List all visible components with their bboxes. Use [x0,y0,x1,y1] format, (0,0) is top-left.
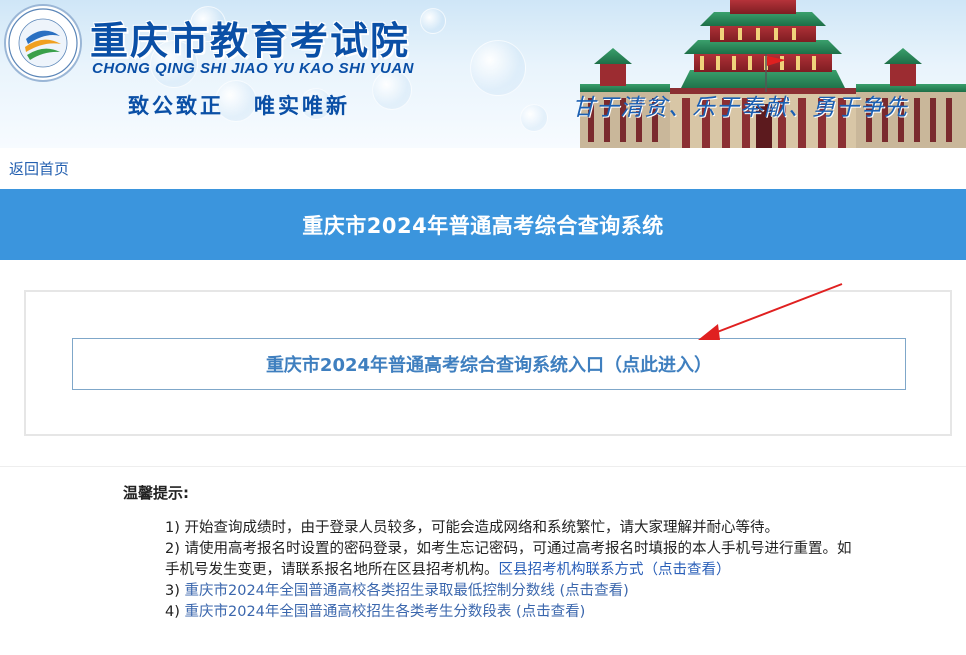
tip-item-2: 2) 请使用高考报名时设置的密码登录，如考生忘记密码，可通过高考报名时填报的本人… [165,539,855,581]
tips-title: 温馨提示: [123,484,189,502]
tip-item-3-prefix: 3) [165,583,185,599]
system-title: 重庆市2024年普通高考综合查询系统 [302,213,664,238]
system-title-bar: 重庆市2024年普通高考综合查询系统 [0,189,966,260]
header-banner: 重庆市教育考试院 CHONG QING SHI JIAO YU KAO SHI … [0,0,966,148]
motto-part1: 致公致正 [128,93,224,118]
logo-emblem-icon [8,8,78,78]
tip-item-3: 3) 重庆市2024年全国普通高校各类招生录取最低控制分数线 (点击查看) [165,581,855,602]
red-arrow-annotation [698,283,843,340]
tip-item-1: 1) 开始查询成绩时，由于登录人员较多，可能会造成网络和系统繁忙，请大家理解并耐… [165,520,779,536]
motto-part2: 唯实唯新 [254,93,350,118]
authority-logo [4,4,82,82]
decor-bubble [520,104,548,132]
min-score-line-link[interactable]: 重庆市2024年全国普通高校各类招生录取最低控制分数线 (点击查看) [185,583,629,599]
district-contact-link[interactable]: 区县招考机构联系方式（点击查看） [499,562,731,578]
decor-bubble [420,8,446,34]
decor-bubble [470,40,526,96]
tips-list: 1) 开始查询成绩时，由于登录人员较多，可能会造成网络和系统繁忙，请大家理解并耐… [165,518,855,623]
back-home-link[interactable]: 返回首页 [9,158,69,179]
org-slogan: 甘于清贫、乐于奉献、勇于争先 [572,95,908,121]
tip-item-4-prefix: 4) [165,604,185,620]
org-title-pinyin: CHONG QING SHI JIAO YU KAO SHI YUAN [92,60,414,77]
great-hall-illustration [580,0,966,148]
tip-item-4: 4) 重庆市2024年全国普通高校招生各类考生分数段表 (点击查看) [165,602,855,623]
section-divider [0,466,966,467]
score-distribution-link[interactable]: 重庆市2024年全国普通高校招生各类考生分数段表 (点击查看) [185,604,586,620]
org-title: 重庆市教育考试院 [90,19,411,63]
org-motto: 致公致正 唯实唯新 [128,90,350,120]
